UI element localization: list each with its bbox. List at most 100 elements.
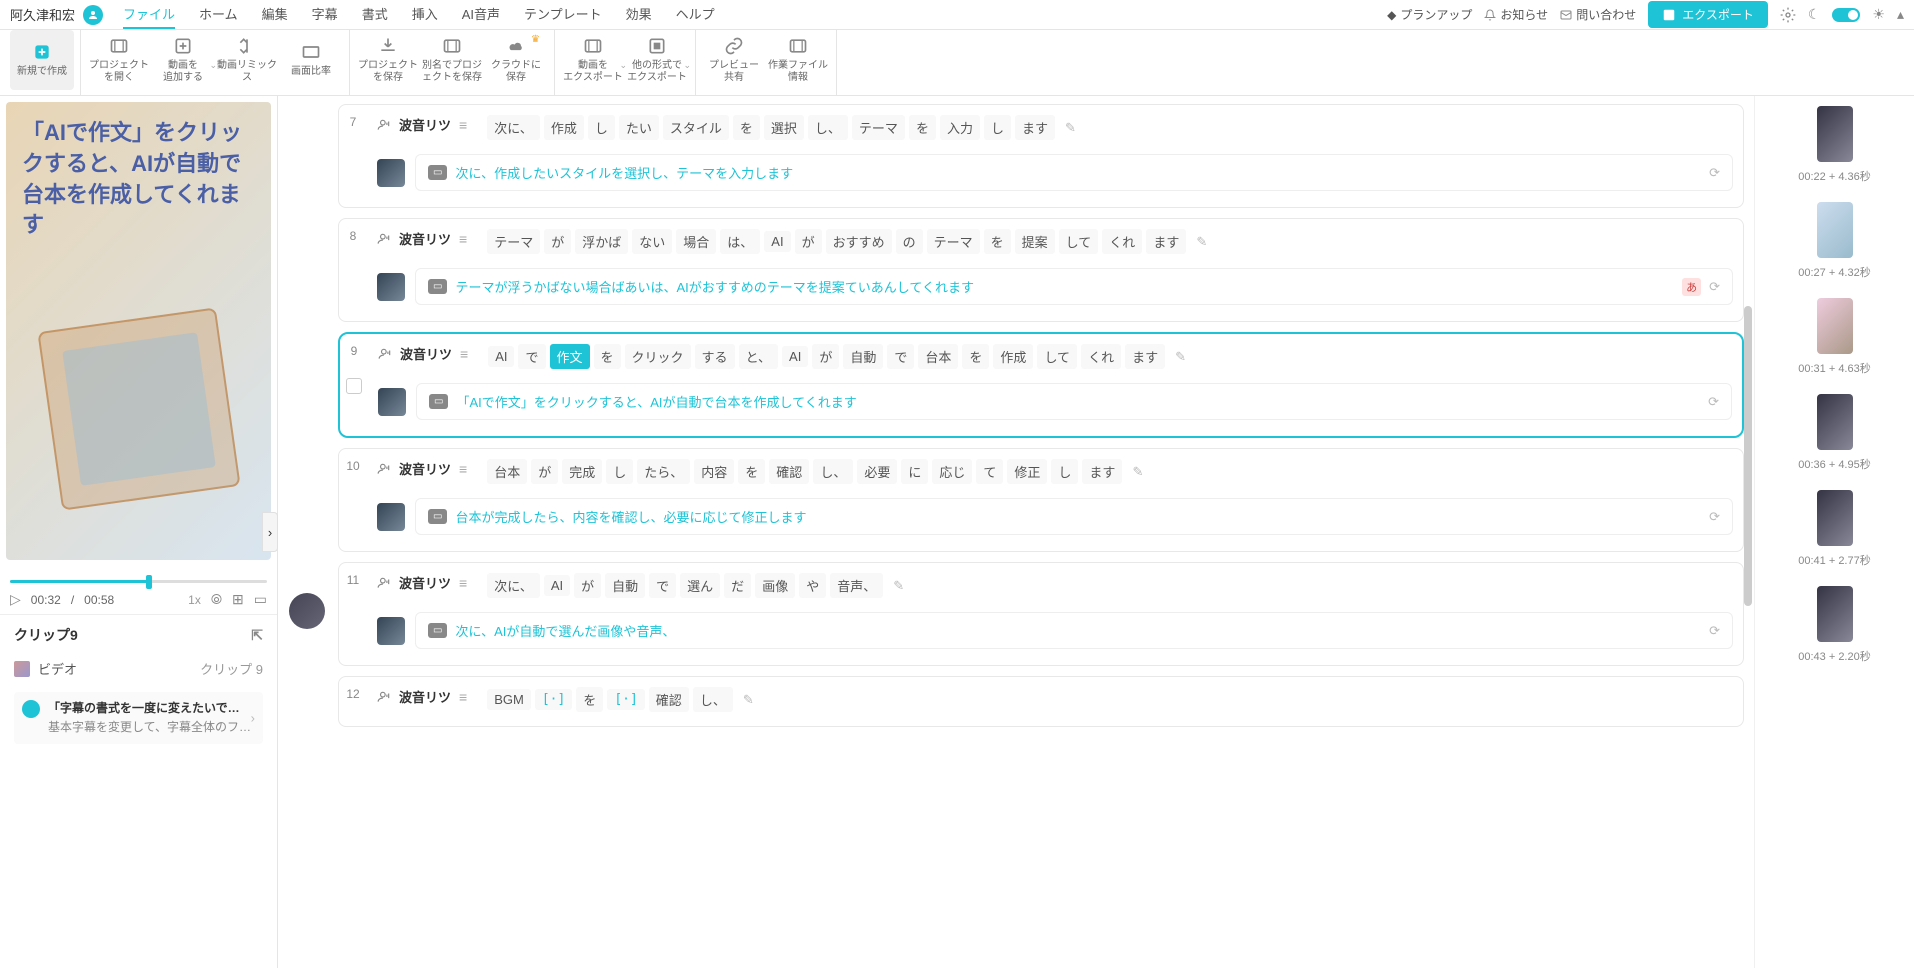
token[interactable]: が <box>812 344 839 369</box>
token[interactable]: 提案 <box>1015 229 1055 254</box>
token[interactable]: し、 <box>693 687 733 712</box>
token[interactable]: AI <box>764 231 790 252</box>
thumbnail-item[interactable]: 00:27 + 4.32秒 <box>1755 202 1914 280</box>
token[interactable]: を <box>984 229 1011 254</box>
token[interactable]: を <box>962 344 989 369</box>
token[interactable]: 入力 <box>940 115 980 140</box>
result-thumb[interactable] <box>377 617 405 645</box>
clip-menu-icon[interactable]: ≡ <box>459 461 467 477</box>
token[interactable]: が <box>531 459 558 484</box>
chevron-up-icon[interactable]: ▴ <box>1897 6 1904 23</box>
record-icon[interactable]: ▭ <box>254 591 267 608</box>
result-thumb[interactable] <box>377 159 405 187</box>
token[interactable]: 内容 <box>694 459 734 484</box>
result-text[interactable]: テーマが浮うかばない場合ばあいは、AIがおすすめのテーマを提案ていあんしてくれま… <box>455 277 1674 296</box>
thumbnail-item[interactable]: 00:31 + 4.63秒 <box>1755 298 1914 376</box>
token[interactable]: し <box>1051 459 1078 484</box>
edit-icon[interactable]: ✎ <box>1196 234 1207 250</box>
token[interactable]: ます <box>1146 229 1186 254</box>
token[interactable]: ます <box>1082 459 1122 484</box>
token[interactable]: 次に、 <box>487 573 540 598</box>
clip-card-7[interactable]: 7 波音リツ ≡次に、作成したいスタイルを選択し、テーマを入力します✎ ▭ 次に… <box>338 104 1744 208</box>
token[interactable]: くれ <box>1102 229 1142 254</box>
token[interactable]: は、 <box>720 229 760 254</box>
tool-link[interactable]: プレビュー 共有 <box>702 30 766 90</box>
edit-icon[interactable]: ✎ <box>893 578 904 594</box>
token[interactable]: 確認 <box>649 687 689 712</box>
token[interactable]: テーマ <box>852 115 905 140</box>
token[interactable]: と、 <box>739 344 778 369</box>
token[interactable]: たい <box>619 115 659 140</box>
token[interactable]: テーマ <box>487 229 540 254</box>
tool-film[interactable]: 別名でプロジ ェクトを保存 <box>420 30 484 90</box>
token[interactable]: する <box>695 344 735 369</box>
token[interactable]: 作成 <box>993 344 1033 369</box>
brightness-icon[interactable]: ☀ <box>1872 6 1885 23</box>
token[interactable]: 自動 <box>843 344 883 369</box>
tool-film[interactable]: 作業ファイル 情報 <box>766 30 830 90</box>
scrollbar[interactable] <box>1744 306 1752 606</box>
menu-item-3[interactable]: 字幕 <box>312 0 338 29</box>
token[interactable]: し <box>984 115 1011 140</box>
token[interactable]: 音声、 <box>830 573 883 598</box>
tip-note[interactable]: 「字幕の書式を一度に変えたいで… 基本字幕を変更して、字幕全体のフ… › <box>14 692 263 744</box>
token[interactable]: で <box>649 573 676 598</box>
token[interactable]: の <box>896 229 923 254</box>
tool-square[interactable]: 他の形式で エクスポート ⌄ <box>625 30 689 90</box>
moon-icon[interactable]: ☾ <box>1808 6 1821 23</box>
token[interactable]: 確認 <box>769 459 809 484</box>
edit-icon[interactable]: ✎ <box>1175 349 1186 365</box>
token[interactable]: を <box>576 687 603 712</box>
tool-aspect[interactable]: 画面比率 <box>279 30 343 90</box>
menu-item-7[interactable]: テンプレート <box>524 0 602 29</box>
menu-item-0[interactable]: ファイル <box>123 0 175 29</box>
refresh-icon[interactable]: ⟳ <box>1709 623 1720 639</box>
token[interactable]: ます <box>1015 115 1055 140</box>
token[interactable]: を <box>594 344 621 369</box>
menu-item-5[interactable]: 挿入 <box>412 0 438 29</box>
token[interactable]: [·] <box>607 689 644 710</box>
token[interactable]: して <box>1037 344 1077 369</box>
thumbnail-item[interactable]: 00:36 + 4.95秒 <box>1755 394 1914 472</box>
token[interactable]: AI <box>488 346 514 367</box>
result-text[interactable]: 次に、作成したいスタイルを選択し、テーマを入力します <box>455 163 1701 182</box>
token[interactable]: 選ん <box>680 573 720 598</box>
collapse-left-button[interactable]: › <box>262 512 278 552</box>
token-row[interactable]: 次に、作成したいスタイルを選択し、テーマを入力します✎ <box>477 111 1743 144</box>
token[interactable]: ます <box>1125 344 1165 369</box>
token[interactable]: 場合 <box>676 229 716 254</box>
clip-menu-icon[interactable]: ≡ <box>459 575 467 591</box>
token-row[interactable]: 台本が完成したら、内容を確認し、必要に応じて修正します✎ <box>477 455 1743 488</box>
refresh-icon[interactable]: ⟳ <box>1709 279 1720 295</box>
tool-plus-sq[interactable]: 動画を 追加する ⌄ <box>151 30 215 90</box>
notice-button[interactable]: お知らせ <box>1484 6 1548 23</box>
clip-card-11[interactable]: 11 波音リツ ≡次に、AIが自動で選んだ画像や音声、✎ ▭ 次に、AIが自動で… <box>338 562 1744 666</box>
token[interactable]: で <box>887 344 914 369</box>
token[interactable]: BGM <box>487 689 531 710</box>
token-row[interactable]: AIで作文をクリックすると、AIが自動で台本を作成してくれます✎ <box>478 340 1742 373</box>
token[interactable]: 台本 <box>918 344 958 369</box>
token[interactable]: だ <box>724 573 751 598</box>
speed-label[interactable]: 1x <box>188 593 201 607</box>
play-button[interactable]: ▷ <box>10 591 21 608</box>
token[interactable]: て <box>976 459 1003 484</box>
token[interactable]: や <box>799 573 826 598</box>
token[interactable]: 自動 <box>605 573 645 598</box>
token[interactable]: 選択 <box>764 115 804 140</box>
token[interactable]: 修正 <box>1007 459 1047 484</box>
token[interactable]: 必要 <box>857 459 897 484</box>
token[interactable]: たら、 <box>637 459 690 484</box>
tool-remix[interactable]: 動画リミックス <box>215 30 279 90</box>
grid-icon[interactable]: ⊞ <box>232 591 244 608</box>
menu-item-8[interactable]: 効果 <box>626 0 652 29</box>
edit-icon[interactable]: ✎ <box>743 692 754 708</box>
token[interactable]: に <box>901 459 928 484</box>
token[interactable]: 作成 <box>544 115 584 140</box>
token[interactable]: が <box>574 573 601 598</box>
external-link-icon[interactable]: ⇱ <box>251 627 263 644</box>
edit-icon[interactable]: ✎ <box>1065 120 1076 136</box>
edit-icon[interactable]: ✎ <box>1132 464 1143 480</box>
token[interactable]: し、 <box>813 459 853 484</box>
clip-card-8[interactable]: 8 波音リツ ≡テーマが浮かばない場合は、AIがおすすめのテーマを提案してくれま… <box>338 218 1744 322</box>
thumbnail-item[interactable]: 00:43 + 2.20秒 <box>1755 586 1914 664</box>
